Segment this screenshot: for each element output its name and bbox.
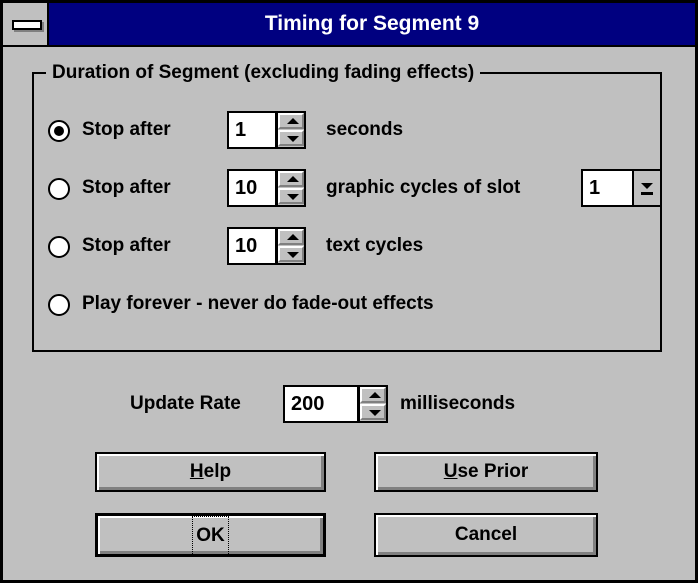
arrow-down-icon bbox=[287, 194, 299, 200]
seconds-input[interactable]: 1 bbox=[227, 111, 277, 149]
update-rate-unit-label: milliseconds bbox=[400, 393, 516, 414]
slot-select-value: 1 bbox=[589, 177, 601, 199]
play-forever-label[interactable]: Play forever - never do fade-out effects bbox=[82, 293, 434, 315]
use-prior-button[interactable]: Use Prior bbox=[374, 452, 598, 492]
title-bar[interactable]: Timing for Segment 9 bbox=[3, 3, 695, 47]
update-rate-spinner[interactable] bbox=[358, 385, 388, 423]
radio-play-forever[interactable] bbox=[48, 294, 70, 316]
dropdown-arrow-icon bbox=[641, 183, 653, 189]
text-cycles-spinner[interactable] bbox=[276, 227, 306, 265]
ok-button-label: OK bbox=[192, 516, 229, 556]
graphic-cycles-unit-label: graphic cycles of slot bbox=[326, 177, 521, 198]
spinner-down-button[interactable] bbox=[278, 188, 304, 204]
system-menu-button[interactable] bbox=[3, 3, 49, 45]
arrow-down-icon bbox=[287, 252, 299, 258]
slot-dropdown-button[interactable] bbox=[632, 171, 660, 205]
spinner-up-button[interactable] bbox=[278, 229, 304, 245]
spinner-up-button[interactable] bbox=[360, 387, 386, 403]
stop-after-text-label[interactable]: Stop after bbox=[82, 235, 171, 257]
update-rate-input[interactable]: 200 bbox=[283, 385, 359, 423]
spinner-down-button[interactable] bbox=[360, 404, 386, 420]
spinner-up-button[interactable] bbox=[278, 113, 304, 129]
duration-group-legend: Duration of Segment (excluding fading ef… bbox=[46, 62, 481, 84]
system-menu-icon bbox=[12, 20, 42, 30]
arrow-down-icon bbox=[287, 136, 299, 142]
text-cycles-input[interactable]: 10 bbox=[227, 227, 277, 265]
cancel-button[interactable]: Cancel bbox=[374, 513, 598, 557]
seconds-spinner[interactable] bbox=[276, 111, 306, 149]
arrow-up-icon bbox=[369, 392, 381, 398]
help-button[interactable]: Help bbox=[95, 452, 326, 492]
graphic-cycles-spinner[interactable] bbox=[276, 169, 306, 207]
radio-stop-after-seconds[interactable] bbox=[48, 120, 70, 142]
arrow-up-icon bbox=[287, 234, 299, 240]
radio-stop-after-graphic-cycles[interactable] bbox=[48, 178, 70, 200]
window-title: Timing for Segment 9 bbox=[264, 12, 480, 35]
seconds-unit-label: seconds bbox=[326, 119, 404, 140]
graphic-cycles-input[interactable]: 10 bbox=[227, 169, 277, 207]
ok-button[interactable]: OK bbox=[95, 513, 326, 557]
slot-select[interactable]: 1 bbox=[581, 169, 662, 207]
cancel-button-label: Cancel bbox=[454, 524, 518, 545]
stop-after-seconds-label[interactable]: Stop after bbox=[82, 119, 171, 141]
arrow-up-icon bbox=[287, 176, 299, 182]
spinner-down-button[interactable] bbox=[278, 246, 304, 262]
stop-after-graphic-label[interactable]: Stop after bbox=[82, 177, 171, 199]
update-rate-label: Update Rate bbox=[130, 393, 241, 414]
text-cycles-unit-label: text cycles bbox=[326, 235, 424, 256]
radio-stop-after-text-cycles[interactable] bbox=[48, 236, 70, 258]
spinner-down-button[interactable] bbox=[278, 130, 304, 146]
spinner-up-button[interactable] bbox=[278, 171, 304, 187]
arrow-up-icon bbox=[287, 118, 299, 124]
arrow-down-icon bbox=[369, 410, 381, 416]
